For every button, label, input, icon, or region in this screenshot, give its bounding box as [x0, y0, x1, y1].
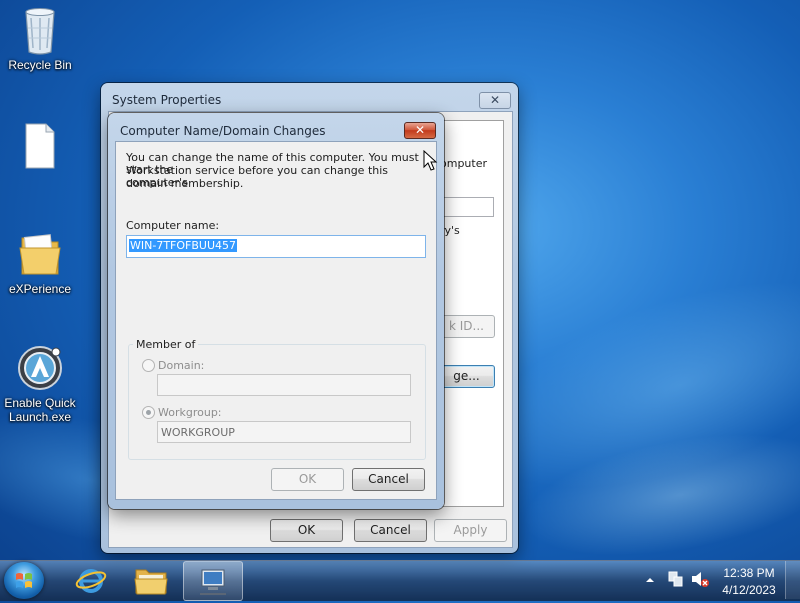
window-title: System Properties	[112, 93, 222, 107]
description-line: domain membership.	[126, 177, 244, 190]
dialog-close-button[interactable]: ✕	[404, 122, 436, 139]
dialog-ok-button[interactable]: OK	[271, 468, 344, 491]
domain-input[interactable]	[157, 374, 411, 396]
workgroup-input[interactable]: WORKGROUP	[157, 421, 411, 443]
dialog-body: You can change the name of this computer…	[115, 141, 437, 500]
workgroup-label: Workgroup:	[158, 406, 222, 419]
computer-description-input[interactable]	[440, 197, 494, 217]
computer-name-input[interactable]: WIN-7TFOFBUU457	[126, 235, 426, 258]
volume-muted-icon[interactable]	[690, 570, 710, 588]
desktop-icon-label: Enable Quick	[4, 396, 76, 410]
desktop-icon-enable-quick-launch[interactable]: Enable Quick Launch.exe	[0, 344, 80, 424]
computer-name-label: Computer name:	[126, 219, 220, 232]
domain-label: Domain:	[158, 359, 205, 372]
desktop-icon-label: Launch.exe	[8, 410, 72, 424]
domain-radio[interactable]	[142, 359, 155, 372]
taskbar-item-windows-explorer[interactable]	[122, 561, 180, 599]
app-exe-icon	[16, 344, 64, 392]
clock-time[interactable]: 12:38 PM	[716, 566, 782, 580]
apply-button[interactable]: Apply	[434, 519, 507, 542]
close-icon: ✕	[414, 123, 426, 137]
cancel-button[interactable]: Cancel	[354, 519, 427, 542]
blank-file-icon	[16, 122, 64, 170]
show-desktop-button[interactable]	[785, 561, 800, 599]
internet-explorer-icon	[75, 569, 107, 593]
show-hidden-icons-icon[interactable]	[645, 575, 655, 585]
ok-button[interactable]: OK	[270, 519, 343, 542]
desktop-icon-experience[interactable]: eXPerience	[0, 230, 80, 296]
mouse-pointer-icon	[423, 150, 438, 171]
taskbar-item-system-properties[interactable]	[183, 561, 243, 601]
member-of-label: Member of	[133, 338, 199, 351]
windows-logo-icon	[16, 573, 32, 588]
close-button[interactable]: ✕	[479, 92, 511, 109]
change-button[interactable]: ge...	[438, 365, 495, 388]
network-icon[interactable]	[666, 570, 684, 588]
desktop-icon-recycle-bin[interactable]: Recycle Bin	[0, 6, 80, 72]
computer-properties-icon	[200, 569, 226, 595]
taskbar-item-internet-explorer[interactable]	[62, 561, 120, 599]
start-button[interactable]	[4, 562, 44, 599]
clock-date[interactable]: 4/12/2023	[716, 583, 782, 597]
network-id-button[interactable]: k ID...	[438, 315, 495, 338]
computer-description-text: omputer	[440, 157, 488, 170]
computer-name-value: WIN-7TFOFBUU457	[129, 239, 237, 252]
recycle-bin-icon	[16, 6, 64, 55]
workgroup-value: WORKGROUP	[161, 426, 235, 439]
desktop-icon-file[interactable]	[0, 122, 80, 174]
computer-name-dialog: Computer Name/Domain Changes ✕ You can c…	[108, 113, 444, 509]
workgroup-radio[interactable]	[142, 406, 155, 419]
folder-icon	[16, 230, 64, 278]
desktop-icon-label: eXPerience	[8, 282, 72, 296]
dialog-cancel-button[interactable]: Cancel	[352, 468, 425, 491]
desktop-icon-label: Recycle Bin	[8, 58, 72, 72]
folder-explorer-icon	[134, 569, 168, 595]
dialog-title: Computer Name/Domain Changes	[120, 124, 326, 138]
